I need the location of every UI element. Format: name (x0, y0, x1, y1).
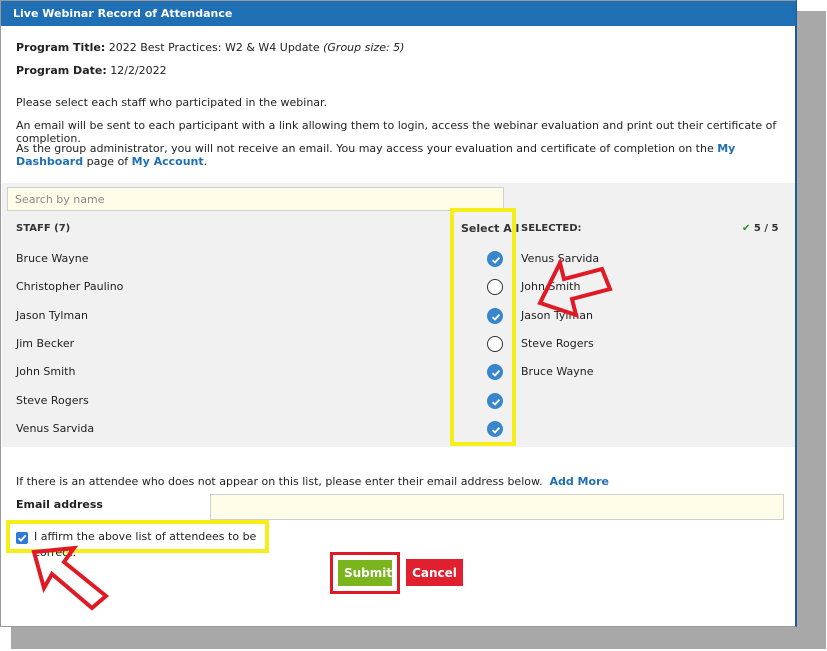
checkbox-check-icon (17, 534, 27, 542)
staff-row[interactable]: John Smith (16, 362, 486, 382)
email-field[interactable] (210, 494, 784, 520)
selected-item: Bruce Wayne (521, 365, 594, 378)
selected-header: SELECTED: (521, 223, 582, 234)
program-date-line: Program Date: 12/2/2022 (16, 64, 167, 77)
submit-button[interactable]: Submit (338, 560, 392, 586)
affirm-checkbox[interactable] (16, 532, 28, 544)
arrow-annotation-icon (31, 545, 110, 611)
group-size: (Group size: 5) (323, 41, 405, 54)
window-title: Live Webinar Record of Attendance (1, 1, 796, 26)
submit-highlight: Submit (330, 552, 400, 594)
attendance-dialog: Live Webinar Record of Attendance Progra… (0, 0, 797, 627)
select-column-highlight (450, 208, 516, 446)
staff-row[interactable]: Jim Becker (16, 334, 486, 354)
my-account-link[interactable]: My Account (132, 155, 204, 168)
program-title-line: Program Title: 2022 Best Practices: W2 &… (16, 41, 404, 54)
staff-row[interactable]: Bruce Wayne (16, 249, 486, 269)
staff-row[interactable]: Steve Rogers (16, 391, 486, 411)
arrow-annotation-icon (537, 257, 613, 319)
program-date-label: Program Date: (16, 64, 107, 77)
instruction-line-3: As the group administrator, you will not… (16, 142, 736, 168)
staff-row[interactable]: Venus Sarvida (16, 419, 486, 439)
extra-attendee-line: If there is an attendee who does not app… (16, 475, 609, 488)
email-label: Email address (16, 498, 103, 511)
checkmark-icon: ✔ (742, 223, 751, 234)
staff-header: STAFF (7) (16, 223, 71, 234)
selected-count: ✔ 5 / 5 (742, 223, 779, 234)
staff-row[interactable]: Jason Tylman (16, 306, 486, 326)
instruction-line-1: Please select each staff who participate… (16, 96, 328, 109)
cancel-button[interactable]: Cancel (406, 559, 463, 586)
program-date-value: 12/2/2022 (110, 64, 167, 77)
add-more-link[interactable]: Add More (549, 475, 608, 488)
search-input[interactable] (7, 187, 504, 211)
program-title-value: 2022 Best Practices: W2 & W4 Update (108, 41, 320, 54)
program-title-label: Program Title: (16, 41, 106, 54)
staff-row[interactable]: Christopher Paulino (16, 277, 486, 297)
selected-item: Steve Rogers (521, 337, 594, 350)
